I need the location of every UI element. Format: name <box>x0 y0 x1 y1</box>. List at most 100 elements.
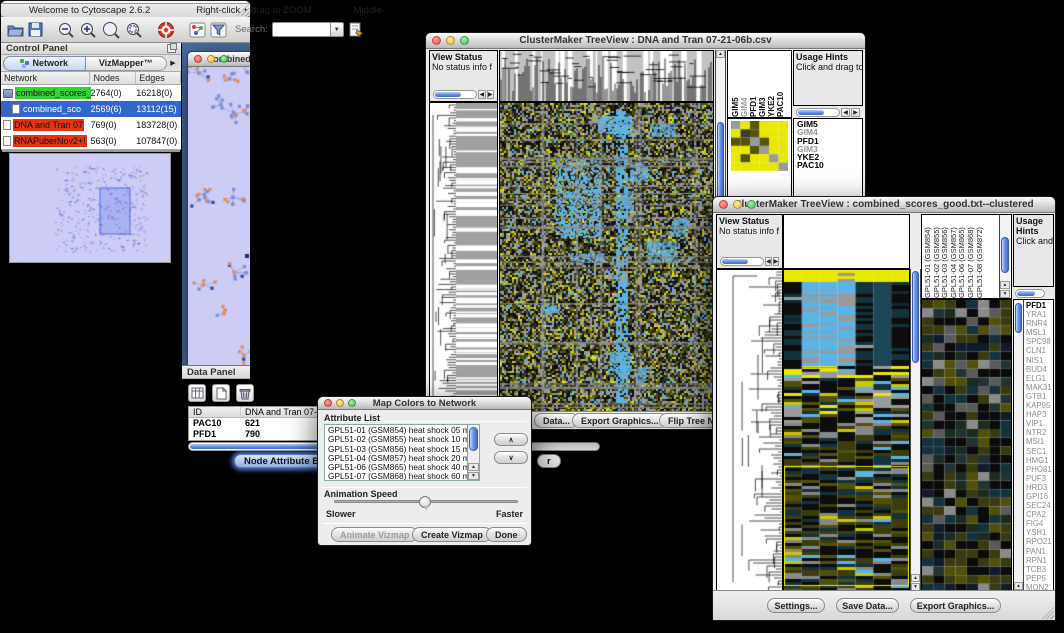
network-row[interactable]: combined_scores_ 2764(0) 16218(0) <box>1 85 181 101</box>
export-graphics-button[interactable]: Export Graphics... <box>572 413 668 428</box>
gene-label: HRD3 <box>1026 483 1053 492</box>
scroll-right-icon[interactable]: ▶ <box>773 257 780 266</box>
slider-thumb[interactable] <box>419 496 431 508</box>
tab-network[interactable]: Network <box>3 56 86 71</box>
zoom-icon[interactable] <box>460 36 469 45</box>
birdseye-overview[interactable] <box>9 153 171 263</box>
scroll-up-icon[interactable]: ▲ <box>1000 281 1010 289</box>
tab-overflow-icon[interactable]: ▶ <box>167 59 179 67</box>
vscroll-thumb[interactable] <box>469 427 478 451</box>
genes-vscrollbar[interactable]: ▲ <box>1014 300 1024 590</box>
hints-hscrollbar[interactable] <box>1013 287 1054 299</box>
zoom-selected-icon[interactable] <box>101 20 121 40</box>
vscroll-thumb[interactable] <box>1001 237 1009 273</box>
attribute-list-item[interactable]: GPL51-07 (GSM868) heat shock 60 min <box>328 472 465 481</box>
minimize-icon[interactable] <box>207 55 215 63</box>
save-data-button[interactable]: Save Data... <box>836 598 899 613</box>
network-row-selected[interactable]: combined_sco 2569(6) 13112(15) <box>1 101 181 117</box>
labels-vscrollbar[interactable]: ▲ ▼ <box>999 215 1010 298</box>
vscroll-thumb[interactable] <box>1015 303 1022 333</box>
hints-hscrollbar[interactable]: ◀ ▶ <box>794 106 863 118</box>
row-dendrogram-panel[interactable] <box>716 269 783 591</box>
attribute-list[interactable]: GPL51-01 (GSM854) heat shock 05 minGPL51… <box>324 424 480 481</box>
column-label: GPL51-07 (GSM868) <box>967 215 976 298</box>
treeview1-title-bar[interactable]: ClusterMaker TreeView : DNA and Tran 07-… <box>426 33 865 49</box>
zoom-fit-icon[interactable] <box>125 20 143 40</box>
new-attribute-icon[interactable] <box>212 384 230 402</box>
usage-hints-text: Click and <box>1014 236 1053 246</box>
scroll-left-icon[interactable]: ◀ <box>765 257 772 266</box>
main-heatmap-panel[interactable] <box>499 102 714 413</box>
float-panel-icon[interactable] <box>167 44 176 53</box>
attribute-list-vscrollbar[interactable]: ▲ ▼ <box>467 425 479 480</box>
open-session-button[interactable] <box>7 20 24 40</box>
scroll-down-icon[interactable]: ▼ <box>468 472 479 480</box>
zoom-heatmap-panel[interactable] <box>921 299 1012 591</box>
scroll-up-icon[interactable]: ▲ <box>468 463 479 471</box>
close-icon[interactable] <box>432 36 441 45</box>
help-lifesaver-icon[interactable] <box>157 20 175 40</box>
animate-vizmap-button[interactable]: Animate Vizmap <box>331 527 418 542</box>
view-status-hscrollbar[interactable]: ◀ ▶ <box>431 88 496 100</box>
network-canvas[interactable] <box>188 67 250 365</box>
settings-button[interactable]: Settings... <box>767 598 825 613</box>
dialog-title-bar[interactable]: Map Colors to Network <box>318 397 531 410</box>
save-session-button[interactable] <box>28 20 43 40</box>
scroll-down-icon[interactable]: ▼ <box>1000 290 1010 298</box>
scroll-up-icon[interactable]: ▲ <box>911 574 920 582</box>
treeview2-vscrollbar[interactable]: ▲ ▼ <box>910 269 921 591</box>
col-nodes[interactable]: Nodes <box>90 72 136 84</box>
scroll-up-icon[interactable]: ▲ <box>716 50 725 58</box>
main-heatmap-panel[interactable] <box>783 269 910 591</box>
move-up-button[interactable]: ∧ <box>494 433 528 446</box>
gene-label: NIS1 <box>1026 356 1053 365</box>
gene-label: SEC24 <box>1026 501 1053 510</box>
minimize-icon[interactable] <box>336 399 344 407</box>
close-icon[interactable] <box>194 55 202 63</box>
network-window-title-bar[interactable]: combined_scores_good.txt--cluste... <box>188 52 250 67</box>
column-dendrogram-panel[interactable] <box>499 50 714 102</box>
done-button[interactable]: Done <box>486 527 527 542</box>
network-row[interactable]: DNA and Tran 07 769(0) 183728(0) <box>1 117 181 133</box>
move-down-button[interactable]: ∨ <box>494 451 528 464</box>
vscroll-thumb[interactable] <box>912 271 919 363</box>
scroll-right-icon[interactable]: ▶ <box>851 108 860 117</box>
zoom-out-icon[interactable] <box>57 20 75 40</box>
create-vizmap-button[interactable]: Create Vizmap <box>412 527 492 542</box>
scroll-up-icon[interactable]: ▲ <box>1014 582 1023 590</box>
slower-label: Slower <box>326 509 356 519</box>
col-edges[interactable]: Edges <box>136 72 181 84</box>
treeview2-title-bar[interactable]: ClusterMaker TreeView : combined_scores_… <box>713 197 1055 213</box>
close-icon[interactable] <box>324 399 332 407</box>
zoom-icon[interactable] <box>348 399 356 407</box>
animation-speed-slider[interactable] <box>334 500 518 503</box>
column-dendrogram-panel[interactable] <box>783 214 910 269</box>
zoom-icon[interactable] <box>220 55 228 63</box>
minimize-icon[interactable] <box>446 36 455 45</box>
tab-vizmapper[interactable]: VizMapper™ <box>86 56 168 71</box>
zoom-in-icon[interactable] <box>79 20 97 40</box>
delete-attribute-trash-icon[interactable] <box>236 384 254 402</box>
network-view-window[interactable]: combined_scores_good.txt--cluste... <box>187 51 250 365</box>
select-attributes-icon[interactable] <box>188 384 206 402</box>
row-dendrogram-panel[interactable] <box>429 102 498 413</box>
network-row[interactable]: RNAPuberNov2+! 563(0) 107847(0) <box>1 133 181 149</box>
scroll-left-icon[interactable]: ◀ <box>478 90 486 99</box>
search-dropdown-button[interactable]: ▼ <box>330 22 344 37</box>
search-input[interactable] <box>272 22 330 37</box>
scroll-right-icon[interactable]: ▶ <box>487 90 495 99</box>
close-icon[interactable] <box>719 200 728 209</box>
treeview2-title: ClusterMaker TreeView : combined_scores_… <box>734 199 1033 210</box>
vizmapper-icon[interactable] <box>189 20 206 40</box>
col-network[interactable]: Network <box>1 72 90 84</box>
scroll-left-icon[interactable]: ◀ <box>841 108 850 117</box>
filter-icon[interactable] <box>210 20 227 40</box>
birdseye-canvas[interactable] <box>10 154 170 262</box>
zoom-icon[interactable] <box>747 200 756 209</box>
annotation-icon[interactable] <box>348 20 364 40</box>
view-status-hscrollbar[interactable]: ◀ ▶ <box>718 255 781 267</box>
export-graphics-button[interactable]: Export Graphics... <box>910 598 1001 613</box>
minimize-icon[interactable] <box>733 200 742 209</box>
network-file-icon <box>3 120 11 130</box>
partial-browser-button[interactable]: r <box>537 454 561 468</box>
